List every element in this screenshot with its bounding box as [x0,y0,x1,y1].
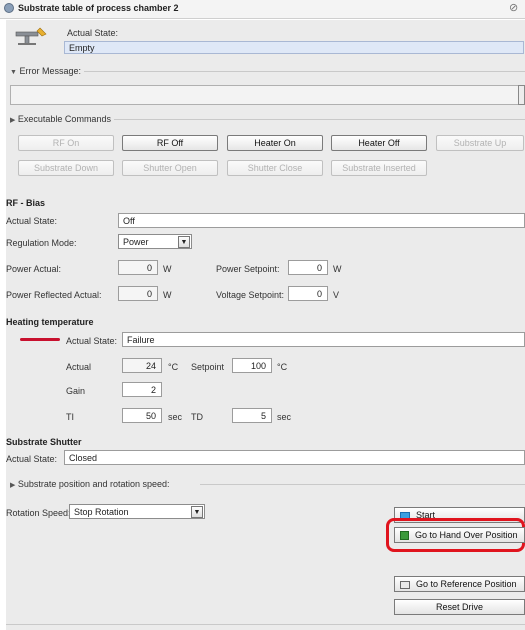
gain-label: Gain [66,386,86,396]
power-reflected-label: Power Reflected Actual: [6,290,102,300]
power-setpoint-label: Power Setpoint: [216,264,280,274]
ti-label: TI [66,412,74,422]
title-bar: Substrate table of process chamber 2 ⊘ [0,0,525,19]
heating-setpoint-input[interactable]: 100 [232,358,272,373]
voltage-setpoint-label: Voltage Setpoint: [216,290,285,300]
position-divider [200,484,525,485]
chevron-right-icon: ▶ [10,482,16,489]
power-reflected-unit: W [163,290,172,300]
heating-actual-state-label: Actual State: [66,336,118,346]
reference-icon [400,580,410,589]
go-to-hand-over-position-button[interactable]: Go to Hand Over Position [394,527,525,543]
ti-unit: sec [168,412,183,422]
rf-bias-title: RF - Bias [6,198,46,208]
heating-state-indicator [20,338,60,341]
commands-header[interactable]: ▶ Executable Commands [10,114,114,124]
substrate-table-icon [15,27,47,45]
shutter-open-button[interactable]: Shutter Open [122,160,218,176]
reset-drive-button[interactable]: Reset Drive [394,599,525,615]
error-message-field [10,85,521,105]
heating-actual-unit: °C [168,362,179,372]
actual-state-label: Actual State: [67,28,119,38]
dropdown-arrow-icon[interactable]: ▼ [178,236,190,248]
td-label: TD [191,412,203,422]
actual-state-field: Empty [64,41,524,54]
heating-setpoint-unit: °C [277,362,288,372]
power-setpoint-unit: W [333,264,342,274]
heater-off-button[interactable]: Heater Off [331,135,427,151]
rotation-speed-value: Stop Rotation [74,507,129,517]
gain-input[interactable]: 2 [122,382,162,397]
td-unit: sec [277,412,292,422]
regulation-mode-label: Regulation Mode: [6,238,77,248]
heating-setpoint-label: Setpoint [191,362,225,372]
refresh-icon [400,531,409,541]
power-setpoint-input[interactable]: 0 [288,260,328,275]
commands-divider [110,119,525,120]
ti-input[interactable]: 50 [122,408,162,423]
hand-over-label: Go to Hand Over Position [415,530,518,540]
rf-off-button[interactable]: RF Off [122,135,218,151]
shutter-close-button[interactable]: Shutter Close [227,160,323,176]
heating-title: Heating temperature [6,317,94,327]
chevron-right-icon: ▶ [10,117,16,124]
rf-actual-state-label: Actual State: [6,216,58,226]
power-actual-field: 0 [118,260,158,275]
power-reflected-field: 0 [118,286,158,301]
dropdown-arrow-icon[interactable]: ▼ [191,506,203,518]
voltage-setpoint-unit: V [333,290,340,300]
power-actual-unit: W [163,264,172,274]
heating-actual-label: Actual [66,362,92,372]
commands-label: Executable Commands [17,114,111,124]
substrate-inserted-button[interactable]: Substrate Inserted [331,160,427,176]
power-actual-label: Power Actual: [6,264,62,274]
window-title: Substrate table of process chamber 2 [18,3,179,13]
position-label: Substrate position and rotation speed: [17,479,170,489]
voltage-setpoint-input[interactable]: 0 [288,286,328,301]
error-message-label: Error Message: [19,66,81,76]
error-message-header[interactable]: ▼ Error Message: [10,66,84,76]
regulation-mode-select[interactable]: Power ▼ [118,234,192,249]
rf-actual-state-field: Off [118,213,525,228]
chevron-down-icon: ▼ [10,69,17,76]
td-input[interactable]: 5 [232,408,272,423]
reference-label: Go to Reference Position [416,579,517,589]
substrate-up-button[interactable]: Substrate Up [436,135,524,151]
error-message-divider [80,71,525,72]
heating-actual-state-field: Failure [122,332,525,347]
regulation-mode-value: Power [123,237,149,247]
shutter-actual-state-label: Actual State: [6,454,58,464]
bottom-divider [6,624,525,625]
position-header[interactable]: ▶ Substrate position and rotation speed: [10,479,173,489]
rf-on-button[interactable]: RF On [18,135,114,151]
rotation-speed-select[interactable]: Stop Rotation ▼ [69,504,205,519]
heater-on-button[interactable]: Heater On [227,135,323,151]
shutter-title: Substrate Shutter [6,437,82,447]
heating-actual-field: 24 [122,358,162,373]
window-close-icon[interactable]: ⊘ [509,2,518,14]
substrate-down-button[interactable]: Substrate Down [18,160,114,176]
rotation-speed-label: Rotation Speed: [6,508,71,518]
shutter-actual-state-field: Closed [64,450,525,465]
window-icon [4,3,14,13]
error-scrollbar[interactable] [518,85,525,105]
go-to-reference-position-button[interactable]: Go to Reference Position [394,576,525,592]
